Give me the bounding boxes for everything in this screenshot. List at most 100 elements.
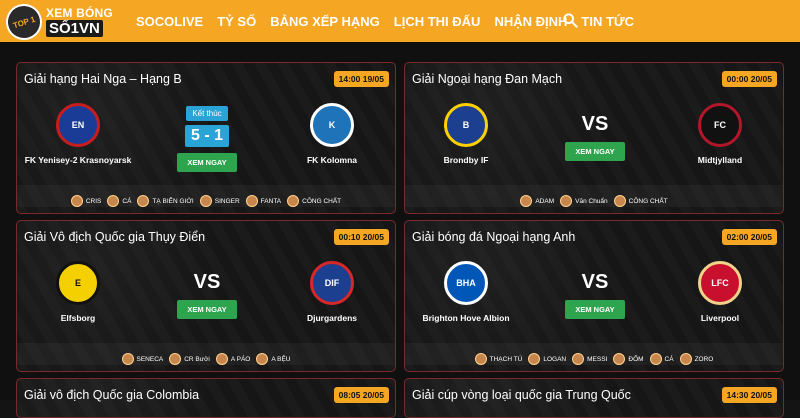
avatar	[121, 353, 134, 365]
avatar	[70, 195, 83, 207]
commentator[interactable]: CRIS	[70, 195, 102, 207]
nav-nhan-dinh[interactable]: NHẬN ĐỊNH	[494, 14, 567, 29]
home-team[interactable]: EN FK Yenisey-2 Krasnoyarsk	[13, 103, 143, 165]
avatar	[560, 195, 573, 207]
nav-ty-so[interactable]: TỶ SỐ	[217, 14, 256, 29]
commentators-list: ADAM Văn Chuẩn CÔNG CHẤT	[405, 195, 783, 207]
home-team-name: FK Yenisey-2 Krasnoyarsk	[24, 155, 132, 165]
away-team-name: Djurgardens	[306, 313, 358, 323]
commentators-list: SENECA CR Bưởi A PÁO A BỆU	[17, 353, 395, 365]
commentator-name: FANTA	[260, 197, 282, 205]
watch-now-button[interactable]: XEM NGAY	[177, 300, 237, 319]
home-team-logo-icon: BHA	[444, 261, 488, 305]
commentator-name: Văn Chuẩn	[575, 197, 608, 205]
nav-lich-thi-dau[interactable]: LỊCH THI ĐẤU	[394, 14, 481, 29]
away-team[interactable]: K FK Kolomna	[267, 103, 397, 165]
commentator[interactable]: CR Bưởi	[169, 353, 210, 365]
away-team-logo-icon: FC	[698, 103, 742, 147]
match-time: 14:00 19/05	[333, 71, 389, 87]
avatar	[245, 195, 258, 207]
match-card[interactable]: Giải Ngoại hạng Đan Mạch 00:00 20/05 B B…	[404, 62, 784, 214]
avatar	[649, 353, 662, 365]
avatar	[137, 195, 150, 207]
logo-ball-text: TOP 1	[11, 14, 37, 30]
commentator-name: TẠ BIÊN GIỚI	[152, 197, 194, 205]
commentator[interactable]: A PÁO	[215, 353, 251, 365]
league-title: Giải hạng Hai Nga – Hạng B	[24, 72, 182, 86]
match-time: 02:00 20/05	[721, 229, 777, 245]
home-team-name: Elfsborg	[60, 313, 96, 323]
commentator-name: ĐỐM	[628, 355, 644, 363]
commentator-name: A BỆU	[271, 355, 291, 363]
home-team-name: Brondby IF	[443, 155, 489, 165]
commentator-name: ZORO	[694, 355, 714, 363]
match-card[interactable]: Giải hạng Hai Nga – Hạng B 14:00 19/05 E…	[16, 62, 396, 214]
commentator[interactable]: FANTA	[245, 195, 282, 207]
commentator[interactable]: SINGER	[199, 195, 240, 207]
match-card[interactable]: Giải cúp vòng loại quốc gia Trung Quốc 1…	[404, 378, 784, 418]
watch-now-button[interactable]: XEM NGAY	[565, 142, 625, 161]
commentator[interactable]: THẠCH TÚ	[474, 353, 523, 365]
commentator[interactable]: SENECA	[121, 353, 163, 365]
league-title: Giải Vô địch Quốc gia Thụy Điển	[24, 230, 206, 244]
commentator[interactable]: CÁ	[107, 195, 131, 207]
top-navigation-bar: TOP 1 XEM BÓNG ĐÁ SỐ1VN SOCOLIVE TỶ SỐ B…	[0, 0, 800, 47]
commentator[interactable]: MESSI	[572, 353, 607, 365]
match-center: VS XEM NGAY	[167, 261, 247, 319]
search-icon[interactable]	[562, 12, 578, 28]
away-team-name: Liverpool	[700, 313, 740, 323]
avatar	[215, 353, 228, 365]
watch-now-button[interactable]: XEM NGAY	[565, 300, 625, 319]
avatar	[169, 353, 182, 365]
commentator[interactable]: CÔNG CHẤT	[287, 195, 341, 207]
match-time: 08:05 20/05	[333, 387, 389, 403]
commentator-name: THẠCH TÚ	[489, 355, 523, 363]
commentator[interactable]: Văn Chuẩn	[560, 195, 608, 207]
commentator-name: ADAM	[535, 197, 555, 205]
commentator-name: A PÁO	[230, 355, 251, 363]
away-team-name: FK Kolomna	[306, 155, 358, 165]
home-team[interactable]: BHA Brighton Hove Albion	[401, 261, 531, 323]
match-time: 14:30 20/05	[721, 387, 777, 403]
away-team[interactable]: LFC Liverpool	[655, 261, 785, 323]
match-card[interactable]: Giải bóng đá Ngoại hạng Anh 02:00 20/05 …	[404, 220, 784, 372]
commentator-name: CR Bưởi	[184, 355, 210, 363]
match-time: 00:10 20/05	[333, 229, 389, 245]
avatar	[528, 353, 541, 365]
commentator[interactable]: CÁ	[649, 353, 674, 365]
away-team[interactable]: DIF Djurgardens	[267, 261, 397, 323]
versus-label: VS	[193, 271, 221, 293]
avatar	[679, 353, 692, 365]
match-card[interactable]: Giải vô địch Quốc gia Colombia 08:05 20/…	[16, 378, 396, 418]
commentator[interactable]: A BỆU	[256, 353, 291, 365]
commentator[interactable]: TẠ BIÊN GIỚI	[137, 195, 194, 207]
nav-bang-xep-hang[interactable]: BẢNG XẾP HẠNG	[270, 14, 380, 29]
versus-label: VS	[581, 113, 609, 135]
commentator-name: CRIS	[85, 197, 102, 205]
avatar	[613, 195, 626, 207]
league-title: Giải Ngoại hạng Đan Mạch	[412, 72, 563, 86]
commentator[interactable]: ZORO	[679, 353, 714, 365]
commentator[interactable]: ĐỐM	[613, 353, 644, 365]
commentator[interactable]: ADAM	[520, 195, 554, 207]
home-team[interactable]: B Brondby IF	[401, 103, 531, 165]
commentators-list: THẠCH TÚ LOGAN MESSI ĐỐM CÁ ZORO	[405, 353, 783, 365]
commentator[interactable]: CÔNG CHẤT	[613, 195, 668, 207]
watch-now-button[interactable]: XEM NGAY	[177, 153, 237, 172]
nav-socolive[interactable]: SOCOLIVE	[136, 14, 203, 29]
avatar	[199, 195, 212, 207]
commentator-name: CÁ	[664, 355, 674, 363]
nav-tin-tuc[interactable]: TIN TỨC	[581, 14, 634, 29]
commentator-name: SINGER	[214, 197, 240, 205]
avatar	[572, 353, 585, 365]
commentator[interactable]: LOGAN	[528, 353, 566, 365]
avatar	[520, 195, 533, 207]
home-team[interactable]: E Elfsborg	[13, 261, 143, 323]
away-team-name: Midtjylland	[697, 155, 743, 165]
away-team-logo-icon: K	[310, 103, 354, 147]
away-team[interactable]: FC Midtjylland	[655, 103, 785, 165]
commentator-name: CÔNG CHẤT	[628, 197, 668, 205]
site-logo[interactable]: TOP 1 XEM BÓNG ĐÁ SỐ1VN	[1, 0, 118, 45]
match-card[interactable]: Giải Vô địch Quốc gia Thụy Điển 00:10 20…	[16, 220, 396, 372]
commentators-list: CRIS CÁ TẠ BIÊN GIỚI SINGER FANTA CÔNG C…	[17, 195, 395, 207]
